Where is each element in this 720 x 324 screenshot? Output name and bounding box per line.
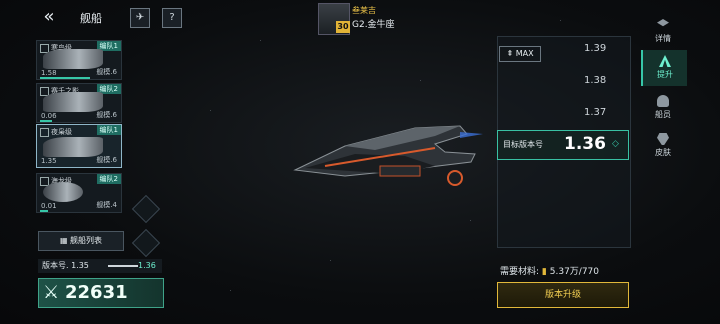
ship-scale: 舰模.6 (96, 68, 117, 76)
skin-icon (657, 133, 669, 145)
fleet-tag: 编队2 (96, 174, 121, 184)
layers-icon (657, 19, 669, 27)
grid-icon: ▦ (59, 236, 71, 245)
max-arrow-icon: ⇞ (506, 49, 514, 58)
ship-progress-bar (40, 210, 48, 212)
filter-icon[interactable] (131, 194, 161, 224)
ship-thumbnail (43, 49, 103, 69)
ship-card[interactable]: 赛千之影 编队2 0.06 舰模.6 (36, 83, 122, 123)
pilot-rank: G2.金牛座 (352, 20, 395, 30)
ship-scale: 舰模.6 (96, 111, 117, 119)
combat-power-value: 22631 (65, 282, 128, 303)
version-bar: 版本号. 1.35 1.36 (38, 259, 162, 273)
material-icon: ▮ (541, 267, 547, 277)
current-version: 版本号. 1.35 (42, 261, 89, 270)
nav-details[interactable]: 详情 (641, 14, 685, 50)
checkbox-icon (40, 128, 49, 137)
max-button[interactable]: ⇞ MAX (499, 46, 541, 62)
ship-card[interactable]: 寒鸟级 编队1 1.58 舰模.6 (36, 40, 122, 80)
ship-model (293, 125, 483, 186)
pilot-name: 叁莱吉 (352, 6, 376, 15)
ship-card-selected[interactable]: 夜枭级 编队1 1.35 舰模.6 (36, 124, 122, 168)
ship-scale: 舰模.4 (96, 201, 117, 209)
nav-upgrade[interactable]: 提升 (641, 50, 687, 86)
version-tick[interactable]: 1.38 (584, 75, 606, 86)
help-icon[interactable]: ? (162, 8, 182, 28)
ship-thumbnail (43, 137, 103, 157)
ship-progress-bar (40, 120, 52, 122)
combat-power-panel: ⚔ 22631 (38, 278, 164, 308)
version-tick[interactable]: 1.37 (584, 107, 606, 118)
back-button[interactable]: « (38, 8, 60, 26)
diamond-icon: ◇ (612, 139, 619, 149)
ship-scale: 舰模.6 (96, 156, 117, 164)
ship-card[interactable]: 海龙级 编队2 0.01 舰模.4 (36, 173, 122, 213)
crossed-swords-icon: ⚔ (43, 282, 60, 303)
upgrade-button[interactable]: 版本升级 (497, 282, 629, 308)
target-value: 1.36 (564, 134, 606, 154)
nav-skin[interactable]: 皮肤 (641, 128, 685, 164)
ship-name: 夜枭级 (51, 128, 72, 136)
materials-row: 需要材料: ▮ 5.37万/770 (500, 267, 599, 277)
pilot-level-badge: 30 (336, 21, 350, 33)
ship-list-button[interactable]: ▦ 舰船列表 (38, 231, 124, 251)
fleet-tag: 编队1 (96, 125, 121, 135)
ship-fly-icon[interactable]: ✈ (130, 8, 150, 28)
target-version: 1.36 (138, 261, 156, 270)
nav-crew[interactable]: 船员 (641, 90, 685, 126)
sort-icon[interactable] (131, 228, 161, 258)
ship-version: 1.58 (41, 69, 57, 77)
upgrade-icon (659, 55, 671, 67)
ship-version: 0.01 (41, 202, 57, 210)
ship-thumbnail (43, 92, 103, 112)
crew-icon (657, 95, 669, 107)
ship-version: 1.35 (41, 157, 57, 165)
ship-progress-bar (40, 77, 90, 79)
target-version-row[interactable]: 目标版本号 1.36 ◇ (497, 130, 629, 160)
page-title: 舰船 (80, 12, 102, 25)
target-label: 目标版本号 (503, 140, 543, 149)
ship-version: 0.06 (41, 112, 57, 120)
version-tick[interactable]: 1.39 (584, 43, 606, 54)
ship-thumbnail (43, 182, 83, 202)
